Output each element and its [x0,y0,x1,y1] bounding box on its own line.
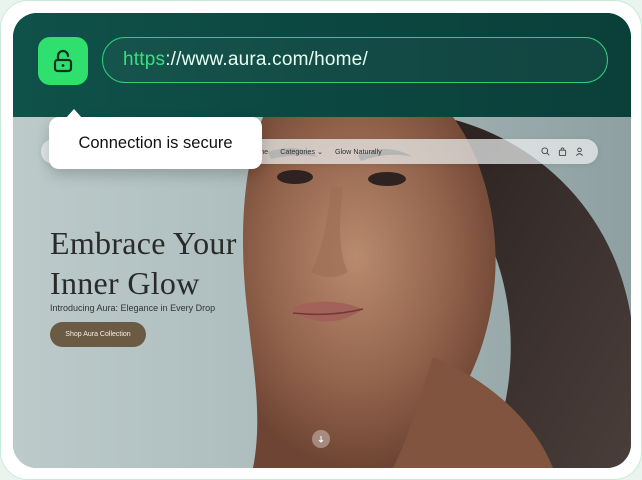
hero-subtitle: Introducing Aura: Elegance in Every Drop [50,303,216,313]
device-frame: https://www.aura.com/home/ Connection is… [0,0,642,480]
nav-icons [541,139,584,164]
arrow-down-icon [318,436,324,443]
url-scheme: https [123,49,166,70]
lock-icon [53,49,73,73]
address-bar-area: https://www.aura.com/home/ [13,13,631,117]
nav-categories[interactable]: Categories ⌄ [280,147,323,156]
shop-collection-button[interactable]: Shop Aura Collection [50,322,146,347]
hero-title-line-1: Embrace Your [50,225,237,261]
user-icon[interactable] [575,147,584,156]
chevron-down-icon: ⌄ [316,147,323,156]
hero-title: Embrace Your Inner Glow [50,223,237,303]
browser-window: https://www.aura.com/home/ Connection is… [13,13,631,468]
site-info-button[interactable] [38,37,88,85]
url-path: ://www.aura.com/home/ [165,49,368,70]
search-icon[interactable] [541,147,550,156]
security-tooltip: Connection is secure [49,109,262,169]
url-input[interactable]: https://www.aura.com/home/ [102,37,608,83]
hero-title-line-2: Inner Glow [50,265,200,301]
nav-categories-label: Categories [280,147,315,156]
bag-icon[interactable] [558,147,567,156]
nav-glow-naturally[interactable]: Glow Naturally [335,147,382,156]
scroll-down-button[interactable] [312,430,330,448]
website-viewport: Home Categories ⌄ Glow Naturally [13,117,631,468]
nav-links: Home Categories ⌄ Glow Naturally [249,139,382,164]
